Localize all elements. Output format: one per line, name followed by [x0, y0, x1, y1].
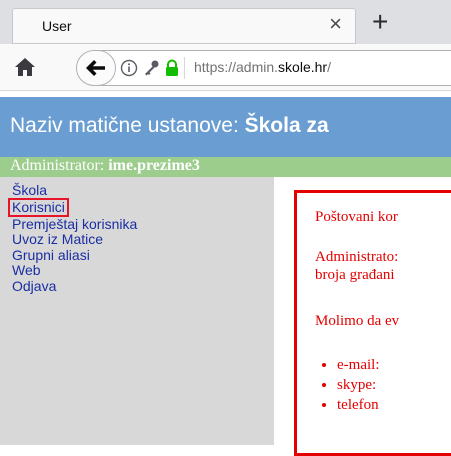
sidebar-item-grupni-aliasi[interactable]: Grupni aliasi: [12, 247, 137, 264]
contact-item-phone: telefon: [337, 395, 379, 415]
administrator-label: Administrator: ime.prezime3: [10, 157, 200, 175]
url-prefix: https://admin.: [194, 59, 279, 75]
sidebar-item-web[interactable]: Web: [12, 262, 137, 279]
back-button[interactable]: [76, 50, 116, 86]
sidebar-item-skola[interactable]: Škola: [12, 182, 137, 199]
url-separator: [184, 57, 185, 79]
new-tab-icon[interactable]: +: [372, 8, 388, 36]
back-arrow-icon: [86, 60, 105, 76]
sidebar-item-korisnici[interactable]: Korisnici: [8, 197, 69, 217]
lock-icon[interactable]: [164, 59, 180, 82]
school-name: Škola za: [244, 114, 329, 137]
close-tab-icon[interactable]: ×: [329, 13, 342, 35]
contact-list: e-mail: skype: telefon: [315, 355, 379, 415]
home-icon[interactable]: [14, 57, 36, 77]
administrator-prefix: Administrator:: [10, 157, 109, 174]
sidebar: Škola Korisnici Premještaj korisnika Uvo…: [0, 177, 274, 445]
sidebar-item-odjava[interactable]: Odjava: [12, 278, 137, 295]
url-text[interactable]: https://admin.skole.hr/: [194, 59, 331, 75]
info-icon[interactable]: [120, 59, 138, 82]
administrator-username: ime.prezime3: [108, 157, 200, 174]
address-bar[interactable]: https://admin.skole.hr/: [96, 50, 451, 86]
notice-text-line2: broja građani: [315, 267, 395, 283]
key-icon[interactable]: [142, 59, 160, 82]
administrator-bar: Administrator: ime.prezime3: [0, 157, 451, 177]
header-label: Naziv matične ustanove:: [10, 114, 245, 137]
browser-tab[interactable]: User ×: [12, 8, 356, 44]
url-suffix: /: [327, 59, 331, 75]
notice-text-line1: Administrato:: [315, 249, 399, 265]
notice-box: Poštovani kor Administrato: broja građan…: [294, 190, 451, 456]
tab-title: User: [42, 18, 72, 34]
notice-request: Molimo da ev: [315, 313, 400, 329]
sidebar-item-premjestaj-korisnika[interactable]: Premještaj korisnika: [12, 216, 137, 233]
contact-item-skype: skype:: [337, 375, 379, 395]
navigation-bar: https://admin.skole.hr/: [0, 44, 451, 91]
page-title: Naziv matične ustanove: Škola za: [10, 114, 329, 138]
url-domain: skole.hr: [278, 59, 328, 75]
sidebar-menu: Škola Korisnici Premještaj korisnika Uvo…: [8, 182, 137, 295]
tab-strip: User × +: [0, 0, 451, 44]
page-header: Naziv matične ustanove: Škola za: [0, 97, 451, 157]
contact-item-email: e-mail:: [337, 355, 379, 375]
sidebar-item-uvoz-iz-matice[interactable]: Uvoz iz Matice: [12, 231, 137, 248]
notice-greeting: Poštovani kor: [315, 209, 398, 225]
